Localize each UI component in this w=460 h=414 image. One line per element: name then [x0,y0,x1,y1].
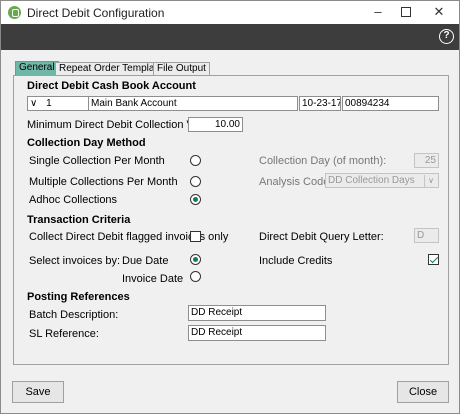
due-date-label: Due Date [122,255,169,267]
general-panel: Direct Debit Cash Book Account ∨ 1 Main … [13,75,449,365]
dialog-window: Direct Debit Configuration – ✕ ? General… [0,0,460,414]
app-logo-icon [8,6,21,19]
window-title: Direct Debit Configuration [27,6,165,20]
analysis-code-select[interactable]: DD Collection Days ∨ [325,173,439,188]
sort-code-field: 10-23-17 [299,96,341,111]
invoice-date-radio[interactable] [190,271,201,282]
include-credits-checkbox[interactable] [428,254,439,265]
invoice-date-label: Invoice Date [122,273,184,285]
tab-file-output[interactable]: File Output [153,62,210,76]
adhoc-collections-label: Adhoc Collections [29,194,118,206]
minimize-button[interactable]: – [365,3,391,21]
minimum-value-input[interactable]: 10.00 [188,117,243,132]
analysis-code-label: Analysis Code: [259,176,333,188]
sl-reference-label: SL Reference: [29,328,99,340]
title-bar: Direct Debit Configuration – ✕ [1,1,459,24]
single-collection-label: Single Collection Per Month [29,155,165,167]
maximize-button[interactable] [393,3,419,21]
analysis-code-value: DD Collection Days [328,175,415,186]
collection-day-label: Collection Day (of month): [259,155,387,167]
adhoc-collections-radio[interactable] [190,194,201,205]
query-letter-label: Direct Debit Query Letter: [259,231,384,243]
batch-description-label: Batch Description: [29,309,119,321]
cashbook-heading: Direct Debit Cash Book Account [27,80,196,92]
batch-description-input[interactable]: DD Receipt [188,305,326,321]
account-code-field: 00894234 [342,96,439,111]
header-bar: ? [1,24,459,50]
account-number-value: 1 [46,98,52,109]
include-credits-label: Include Credits [259,255,333,267]
tab-general[interactable]: General [15,61,59,76]
help-icon[interactable]: ? [439,29,454,44]
sl-reference-input[interactable]: DD Receipt [188,325,326,341]
close-window-button[interactable]: ✕ [426,3,452,21]
collection-day-input[interactable]: 25 [414,153,439,168]
save-button[interactable]: Save [12,381,64,403]
transaction-heading: Transaction Criteria [27,214,131,226]
select-invoices-label: Select invoices by: [29,255,121,267]
collect-flagged-checkbox[interactable] [190,231,201,242]
multiple-collections-label: Multiple Collections Per Month [29,176,178,188]
due-date-radio[interactable] [190,254,201,265]
chevron-down-icon: ∨ [30,98,38,109]
chevron-down-icon: ∨ [424,175,437,187]
multiple-collections-radio[interactable] [190,176,201,187]
posting-heading: Posting References [27,291,130,303]
single-collection-radio[interactable] [190,155,201,166]
account-name-field: Main Bank Account [88,96,298,111]
close-button[interactable]: Close [397,381,449,403]
maximize-icon [401,7,411,17]
collection-method-heading: Collection Day Method [27,137,146,149]
query-letter-input[interactable]: D [414,228,439,243]
